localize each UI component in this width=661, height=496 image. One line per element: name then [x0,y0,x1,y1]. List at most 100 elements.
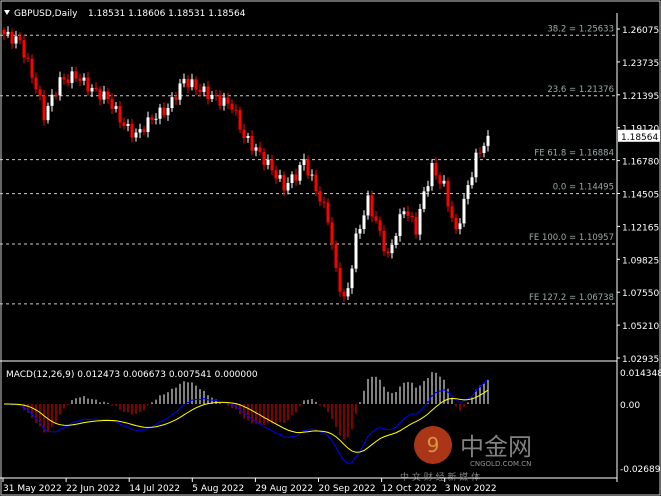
x-tick-label: 12 Oct 2022 [382,484,438,494]
y-tick-label: 1.14505 [622,191,659,201]
candle-body [46,105,50,121]
candle-body [362,215,366,229]
candle-body [62,77,66,80]
candle-body [2,30,6,35]
candle-body [218,94,222,106]
candle-body [26,57,30,59]
collapse-triangle-icon[interactable] [4,10,10,15]
candle-body [486,135,490,146]
candle-body [114,106,118,109]
candle-body [382,230,386,252]
candle-body [94,87,98,90]
candle-body [134,132,138,138]
ohlc-values: 1.18531 1.18606 1.18531 1.18564 [88,9,246,19]
candle-body [418,208,422,235]
macd-tick-label: 0.014348 [620,369,661,379]
x-tick-label: 14 Jul 2022 [129,484,180,494]
candle-body [166,107,170,116]
candle-body [22,40,26,58]
candle-body [6,31,10,35]
candle-body [478,152,482,154]
symbol-label: GBPUSD,Daily [14,9,78,19]
candle-body [318,191,322,202]
y-tick-label: 1.09825 [622,256,659,266]
candle-body [326,202,330,223]
x-tick-label: 20 Sep 2022 [319,484,376,494]
candle-body [174,97,178,100]
candle-body [18,36,22,41]
candle-body [258,147,262,152]
candle-body [186,78,190,88]
candle-body [342,291,346,297]
x-tick-label: 5 Aug 2022 [192,484,244,494]
candle-body [86,77,90,92]
candle-body [78,78,82,81]
fib-level-label: 38.2 = 1.25633 [547,24,614,34]
candle-body [402,211,406,215]
candle-body [154,118,158,120]
y-tick-label: 1.07550 [622,289,659,299]
chart-window: 38.2 = 1.25633 23.6 = 1.21376 FE 61.8 = 1.… [0,0,661,496]
candle-body [82,77,86,81]
candle-body [450,206,454,218]
candle-body [322,201,326,203]
y-tick-label: 1.21395 [622,92,659,102]
candle-body [354,233,358,269]
candle-body [274,170,278,179]
candle-body [466,185,470,199]
candle-body [278,175,282,179]
candle-body [246,135,250,138]
candle-body [182,78,186,84]
fib-level-label: 0.0 = 1.14495 [553,183,614,193]
candle-body [162,107,166,116]
candle-body [434,163,438,176]
y-tick-label: 1.05210 [622,322,659,332]
candle-body [462,198,466,224]
price-chart[interactable]: 38.2 = 1.25633 23.6 = 1.21376 FE 61.8 = 1.… [0,0,661,496]
candle-body [178,83,182,100]
macd-label: MACD(12,26,9) 0.012473 0.006673 0.007541… [6,370,258,380]
candle-body [266,159,270,165]
candle-body [406,211,410,216]
candle-body [310,174,314,176]
candle-body [230,103,234,110]
candle-body [10,31,14,44]
candle-body [98,89,102,100]
candle-body [442,180,446,184]
candle-body [198,89,202,92]
candle-body [454,217,458,230]
fib-level-label: FE 127.2 = 1.06738 [529,293,614,303]
candle-body [146,117,150,133]
candle-body [306,159,310,176]
fib-level-label: FE 61.8 = 1.16884 [534,149,614,159]
candle-body [314,174,318,192]
candle-body [194,79,198,90]
macd-tick-label: 0.00 [620,401,640,411]
candle-body [14,36,18,44]
x-tick-label: 22 Jun 2022 [66,484,120,494]
candle-body [294,174,298,181]
svg-text:中金网: 中金网 [460,433,532,461]
y-tick-label: 1.23735 [622,59,659,69]
candle-body [66,79,70,83]
candle-body [210,94,214,100]
candle-body [422,191,426,209]
candle-body [302,159,306,165]
candle-body [150,117,154,120]
candle-body [270,159,274,171]
candle-body [234,109,238,111]
watermark-logo: 9 中金网 CNGOLD.COM.CN 中 文 财 经 新 媒 体 [400,426,532,483]
candle-body [170,97,174,108]
candle-body [390,245,394,254]
candle-body [350,268,354,289]
candle-body [190,79,194,88]
candle-body [42,95,46,121]
x-tick-label: 31 May 2022 [3,484,62,494]
candle-body [106,91,110,99]
candle-body [346,288,350,297]
svg-text:9: 9 [427,433,440,457]
candle-body [290,174,294,184]
candle-body [414,217,418,235]
candle-body [90,87,94,92]
candle-body [158,107,162,119]
